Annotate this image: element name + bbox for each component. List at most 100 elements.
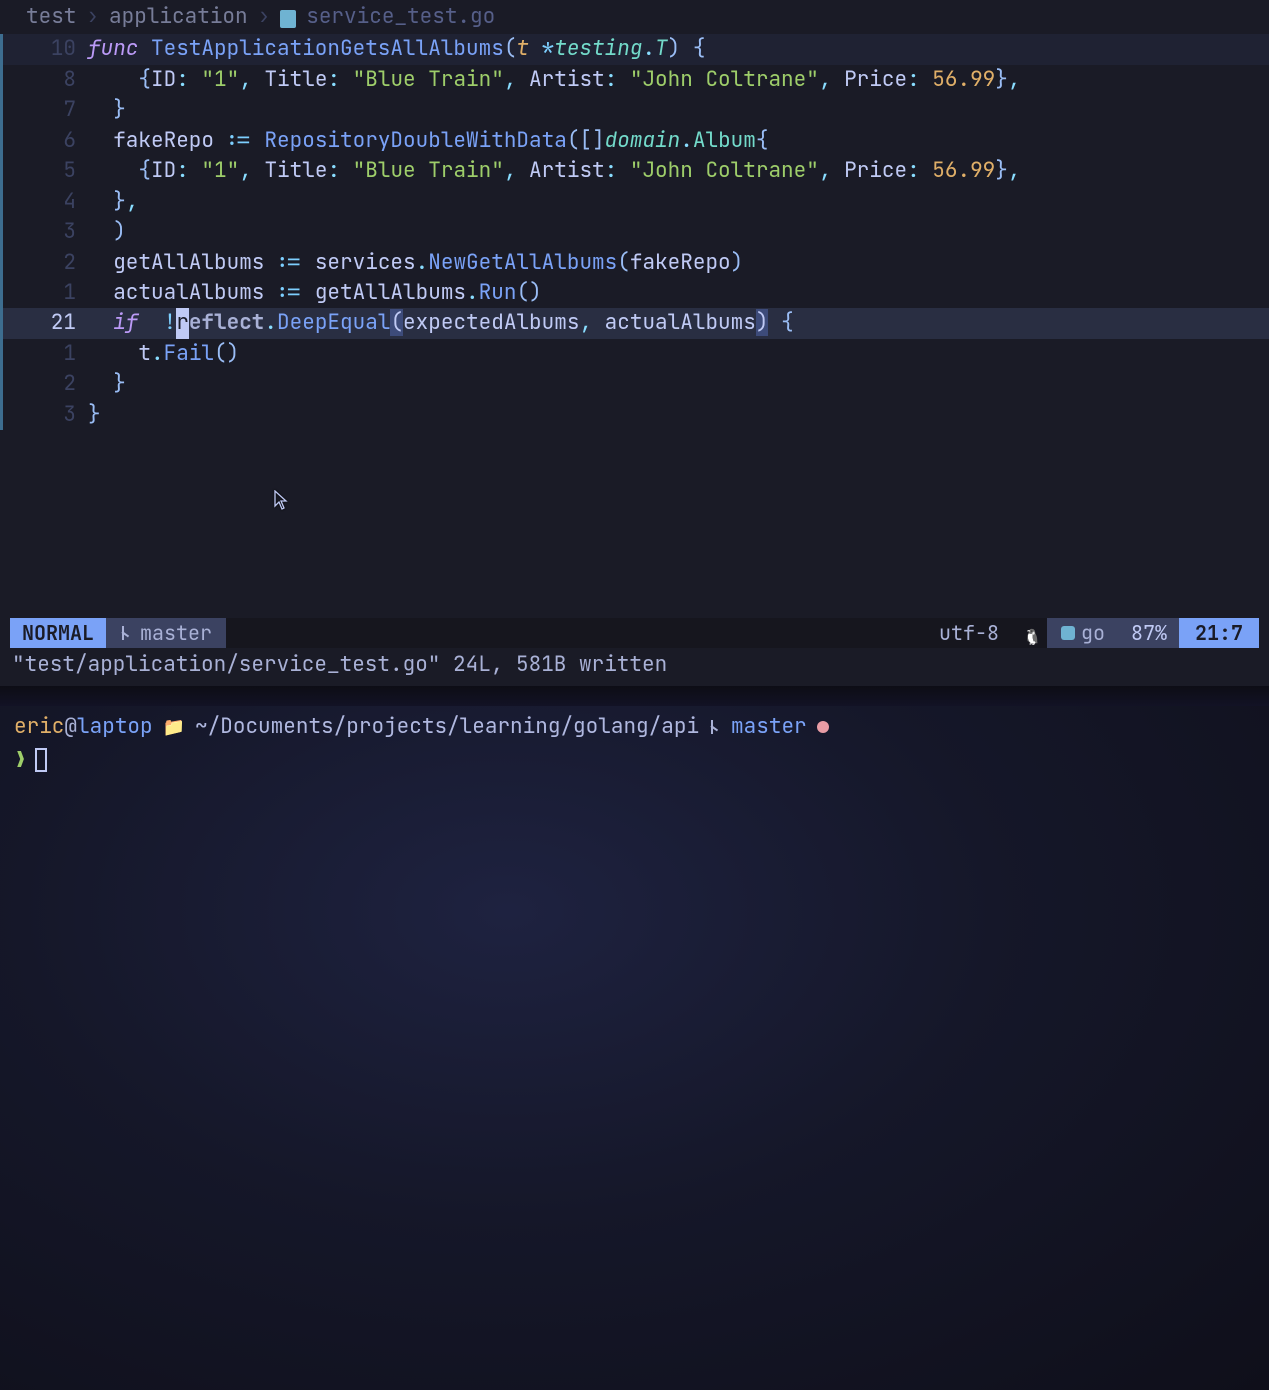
editor-pane[interactable]: test › application › service_test.go 10f…: [0, 0, 1269, 686]
code-line[interactable]: 2 getAllAlbums := services.NewGetAllAlbu…: [0, 248, 1269, 278]
token-brace: }: [995, 66, 1008, 93]
code-content[interactable]: },: [88, 187, 1269, 217]
token-param: t: [516, 35, 541, 62]
token-op: !: [151, 309, 176, 336]
token-str: "John Coltrane": [630, 157, 819, 184]
token-paren: (: [567, 127, 580, 154]
terminal-prompt-line: eric@laptop ~/Documents/projects/learnin…: [14, 712, 1255, 742]
prompt-icon: ❯: [14, 744, 27, 776]
token-paren: ): [113, 218, 126, 245]
token-op: *: [542, 35, 555, 62]
token-field: Price: [844, 157, 907, 184]
code-line[interactable]: 8 {ID: "1", Title: "Blue Train", Artist:…: [0, 65, 1269, 95]
code-area[interactable]: 10func TestApplicationGetsAllAlbums(t *t…: [0, 34, 1269, 430]
screen: test › application › service_test.go 10f…: [0, 0, 1269, 1390]
code-content[interactable]: func TestApplicationGetsAllAlbums(t *tes…: [88, 34, 1269, 64]
token-brace: {: [781, 309, 794, 336]
terminal-cwd: ~/Documents/projects/learning/golang/api: [195, 712, 699, 742]
token-punc: ,: [239, 66, 264, 93]
gutter-line-number: 2: [0, 369, 88, 399]
code-content[interactable]: }: [88, 95, 1269, 125]
token-paren: ): [731, 249, 744, 276]
token-ident: [88, 279, 113, 306]
token-punc: ,: [504, 66, 529, 93]
code-line[interactable]: 3}: [0, 400, 1269, 430]
token-brace: }: [88, 401, 101, 428]
token-type: domain: [605, 127, 681, 154]
code-line[interactable]: 1 t.Fail(): [0, 339, 1269, 369]
token-num: 56.99: [932, 66, 995, 93]
status-filetype-label: go: [1081, 619, 1105, 648]
code-line[interactable]: 21 if !reflect.DeepEqual(expectedAlbums,…: [0, 308, 1269, 338]
token-punc: ,: [1008, 157, 1021, 184]
code-line[interactable]: 2 }: [0, 369, 1269, 399]
token-field: Artist: [529, 66, 605, 93]
code-content[interactable]: {ID: "1", Title: "Blue Train", Artist: "…: [88, 156, 1269, 186]
gutter-line-number: 8: [0, 65, 88, 95]
code-line[interactable]: 1 actualAlbums := getAllAlbums.Run(): [0, 278, 1269, 308]
token-ident: [88, 157, 138, 184]
linux-icon: [1023, 625, 1037, 641]
terminal-cursor: [35, 748, 47, 772]
token-punc: :: [176, 157, 201, 184]
status-branch-name: master: [140, 619, 212, 648]
code-content[interactable]: ): [88, 217, 1269, 247]
terminal-host: laptop: [77, 712, 153, 742]
code-line[interactable]: 5 {ID: "1", Title: "Blue Train", Artist:…: [0, 156, 1269, 186]
pane-divider[interactable]: [0, 686, 1269, 706]
gutter-line-number: 5: [0, 156, 88, 186]
token-ident: [88, 66, 138, 93]
code-content[interactable]: }: [88, 400, 1269, 430]
code-content[interactable]: getAllAlbums := services.NewGetAllAlbums…: [88, 248, 1269, 278]
terminal-at: @: [64, 712, 77, 742]
breadcrumb-segment[interactable]: application: [109, 2, 248, 32]
breadcrumb-file[interactable]: service_test.go: [306, 2, 495, 32]
status-os: [1013, 618, 1047, 648]
token-brace: {: [138, 66, 151, 93]
code-line[interactable]: 7 }: [0, 95, 1269, 125]
code-content[interactable]: fakeRepo := RepositoryDoubleWithData([]d…: [88, 126, 1269, 156]
editor-cursor: r: [176, 308, 189, 338]
token-pkg2: Album: [693, 127, 756, 154]
token-field: Title: [264, 66, 327, 93]
code-content[interactable]: if !reflect.DeepEqual(expectedAlbums, ac…: [88, 308, 1269, 338]
token-paren: ]: [592, 127, 605, 154]
breadcrumb: test › application › service_test.go: [0, 0, 1269, 34]
token-fn: TestApplicationGetsAllAlbums: [151, 35, 504, 62]
gutter-line-number: 2: [0, 248, 88, 278]
terminal-input-line[interactable]: ❯: [14, 744, 1255, 776]
token-punc: :: [176, 66, 201, 93]
token-brace: }: [113, 96, 126, 123]
token-field: ID: [151, 157, 176, 184]
gutter-line-number: 7: [0, 95, 88, 125]
gutter-line-number: 4: [0, 187, 88, 217]
code-content[interactable]: actualAlbums := getAllAlbums.Run(): [88, 278, 1269, 308]
token-ident: t: [138, 340, 151, 367]
code-content[interactable]: t.Fail(): [88, 339, 1269, 369]
code-line[interactable]: 10func TestApplicationGetsAllAlbums(t *t…: [0, 34, 1269, 64]
token-ident: [88, 309, 113, 336]
token-str: "Blue Train": [353, 157, 504, 184]
token-fncall: Run: [479, 279, 517, 306]
token-op: :=: [277, 249, 315, 276]
code-line[interactable]: 4 },: [0, 187, 1269, 217]
statusline: NORMAL master utf-8 go 87% 21:7: [10, 618, 1259, 648]
code-content[interactable]: {ID: "1", Title: "Blue Train", Artist: "…: [88, 65, 1269, 95]
token-num: 56.99: [932, 157, 995, 184]
mouse-cursor-icon: [274, 489, 288, 509]
token-ident: [88, 218, 113, 245]
gutter-line-number: 21: [0, 308, 88, 338]
code-line[interactable]: 3 ): [0, 217, 1269, 247]
token-brace: }: [113, 188, 126, 215]
token-field: Title: [264, 157, 327, 184]
terminal-user: eric: [14, 712, 64, 742]
token-punc: .: [416, 249, 429, 276]
terminal-pane[interactable]: eric@laptop ~/Documents/projects/learnin…: [0, 706, 1269, 1390]
breadcrumb-segment[interactable]: test: [26, 2, 76, 32]
token-ident: [88, 249, 113, 276]
git-branch-icon: [120, 625, 132, 641]
code-content[interactable]: }: [88, 369, 1269, 399]
token-punc: ,: [504, 157, 529, 184]
code-line[interactable]: 6 fakeRepo := RepositoryDoubleWithData([…: [0, 126, 1269, 156]
git-branch-icon: [709, 719, 721, 735]
